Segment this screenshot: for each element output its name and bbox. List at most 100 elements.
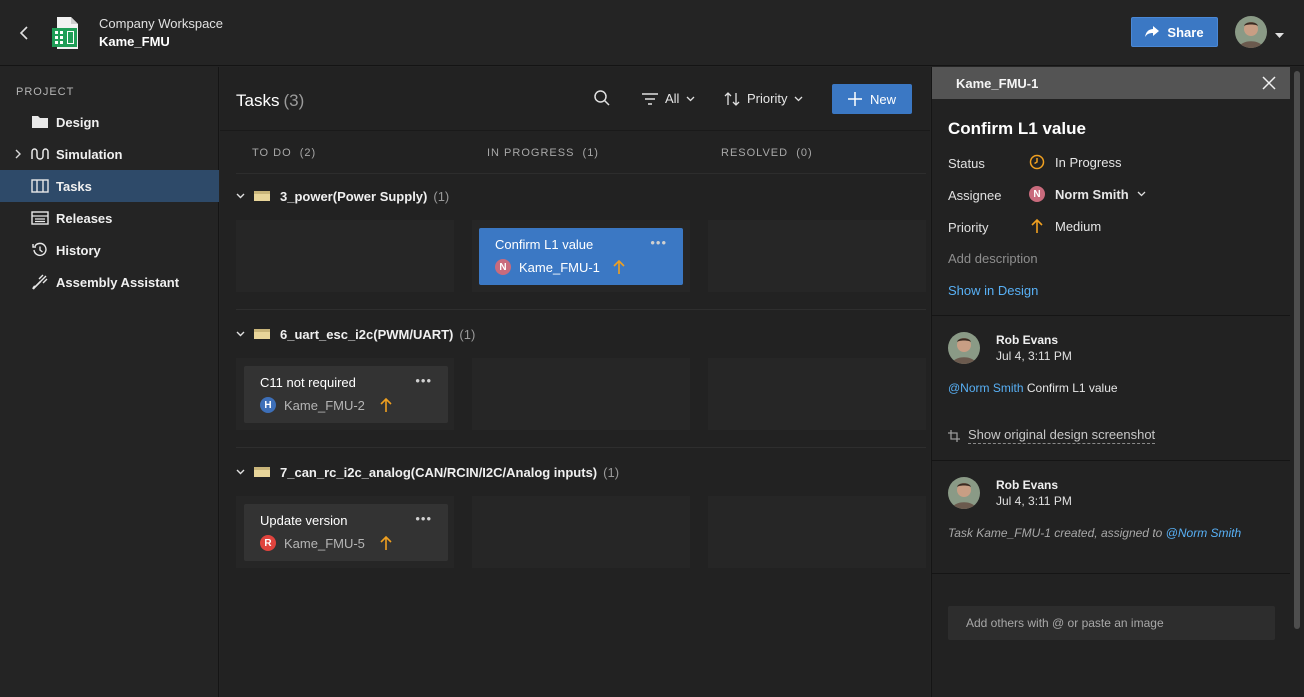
sidebar-item-assembly-assistant[interactable]: Assembly Assistant	[0, 266, 219, 298]
chevron-right-icon[interactable]	[15, 147, 21, 162]
show-in-design-link[interactable]: Show in Design	[948, 283, 1038, 298]
status-value: In Progress	[1055, 154, 1122, 170]
sidebar-item-history[interactable]: History	[0, 234, 219, 266]
chevron-left-icon	[19, 26, 28, 40]
sidebar-item-label: History	[56, 243, 101, 258]
crop-icon	[948, 429, 960, 442]
sort-label: Priority	[747, 91, 788, 106]
close-icon[interactable]	[1262, 76, 1276, 90]
task-detail-panel: Kame_FMU-1 Confirm L1 value Status In Pr…	[931, 67, 1304, 697]
divider	[236, 173, 926, 174]
group-header[interactable]: 6_uart_esc_i2c(PWM/UART) (1)	[236, 324, 475, 344]
card-title: C11 not required	[260, 375, 356, 390]
column-count: (2)	[299, 147, 317, 159]
assembly-tool-icon	[31, 274, 49, 290]
add-description[interactable]: Add description	[948, 251, 1038, 266]
search-button[interactable]	[593, 89, 613, 109]
more-options-icon[interactable]: •••	[415, 511, 432, 526]
card-title: Update version	[260, 513, 348, 528]
column-count: (1)	[582, 147, 599, 159]
assignee-badge: R	[260, 535, 276, 551]
sidebar: PROJECT Design Simulation Tasks Releases…	[0, 67, 219, 697]
sidebar-item-tasks[interactable]: Tasks	[0, 170, 219, 202]
priority-medium-icon	[1029, 218, 1045, 234]
filter-dropdown[interactable]: All	[642, 91, 695, 106]
comment-text: Task Kame_FMU-1 created, assigned to	[948, 526, 1166, 540]
divider	[220, 130, 930, 131]
more-options-icon[interactable]: •••	[415, 373, 432, 388]
task-group: 3_power(Power Supply) (1) Confirm L1 valu…	[236, 186, 926, 316]
sort-dropdown[interactable]: Priority	[724, 91, 803, 106]
divider	[236, 447, 926, 448]
share-button[interactable]: Share	[1131, 17, 1218, 47]
show-original-screenshot-link[interactable]: Show original design screenshot	[948, 427, 1156, 444]
sidebar-item-label: Releases	[56, 211, 113, 226]
new-task-button[interactable]: New	[832, 84, 912, 114]
assignee-badge: H	[260, 397, 276, 413]
task-card[interactable]: Confirm L1 value ••• N Kame_FMU-1	[479, 228, 683, 285]
card-id: Kame_FMU-2	[284, 398, 365, 413]
divider	[932, 315, 1290, 316]
page-title: Tasks (3)	[236, 91, 304, 111]
sheet-folder-icon	[254, 467, 270, 477]
sidebar-item-label: Tasks	[56, 179, 92, 194]
column-name: RESOLVED	[721, 147, 789, 159]
lane-resolved	[708, 358, 926, 430]
comment-input[interactable]	[948, 606, 1275, 640]
chevron-down-icon[interactable]	[236, 193, 245, 199]
caret-down-icon[interactable]	[1275, 27, 1284, 42]
sidebar-item-releases[interactable]: Releases	[0, 202, 219, 234]
assignee-dropdown[interactable]: N Norm Smith	[1029, 186, 1146, 202]
comment-author: Rob Evans	[996, 478, 1059, 492]
panel-task-id: Kame_FMU-1	[956, 76, 1039, 91]
sheet-folder-icon	[254, 191, 270, 201]
assignee-value: Norm Smith	[1055, 186, 1129, 202]
new-label: New	[869, 91, 896, 107]
releases-icon	[31, 210, 49, 226]
task-card[interactable]: C11 not required ••• H Kame_FMU-2	[244, 366, 448, 423]
group-count: (1)	[433, 188, 450, 204]
task-title[interactable]: Confirm L1 value	[948, 119, 1086, 139]
clock-icon	[1029, 154, 1045, 170]
chevron-down-icon	[686, 96, 695, 101]
column-header-resolved: RESOLVED (0)	[721, 147, 813, 159]
filter-label: All	[665, 91, 680, 106]
more-options-icon[interactable]: •••	[650, 235, 667, 250]
card-id: Kame_FMU-5	[284, 536, 365, 551]
comment-body: @Norm Smith Confirm L1 value	[948, 381, 1118, 395]
sidebar-item-simulation[interactable]: Simulation	[0, 138, 219, 170]
group-header[interactable]: 7_can_rc_i2c_analog(CAN/RCIN/I2C/Analog …	[236, 462, 619, 482]
column-name: TO DO	[252, 147, 292, 159]
column-name: IN PROGRESS	[487, 147, 575, 159]
group-name: 7_can_rc_i2c_analog(CAN/RCIN/I2C/Analog …	[280, 464, 598, 480]
chevron-down-icon[interactable]	[236, 469, 245, 475]
divider	[236, 309, 926, 310]
status-label: Status	[948, 156, 985, 171]
sidebar-item-design[interactable]: Design	[0, 106, 219, 138]
avatar	[948, 477, 980, 509]
back-button[interactable]	[14, 22, 34, 44]
mention-link[interactable]: @Norm Smith	[1166, 526, 1242, 540]
assignee-label: Assignee	[948, 188, 1002, 203]
search-icon	[594, 90, 610, 106]
pcb-document-icon	[51, 16, 83, 50]
filter-icon	[642, 92, 658, 105]
column-count: (0)	[796, 147, 813, 159]
user-avatar[interactable]	[1235, 16, 1267, 48]
priority-medium-icon	[380, 397, 392, 412]
sidebar-item-label: Simulation	[56, 147, 123, 162]
task-card[interactable]: Update version ••• R Kame_FMU-5	[244, 504, 448, 561]
status-dropdown[interactable]: In Progress	[1029, 154, 1121, 170]
assignee-badge: N	[495, 259, 511, 275]
column-header-todo: TO DO (2)	[252, 147, 316, 159]
group-header[interactable]: 3_power(Power Supply) (1)	[236, 186, 449, 206]
chevron-down-icon[interactable]	[236, 331, 245, 337]
assignee-badge: N	[1029, 186, 1045, 202]
history-icon	[31, 242, 49, 258]
mention-link[interactable]: @Norm Smith	[948, 381, 1024, 395]
column-header-in-progress: IN PROGRESS (1)	[487, 147, 599, 159]
scrollbar[interactable]	[1294, 71, 1300, 629]
divider	[932, 573, 1290, 574]
lane-resolved	[708, 220, 926, 292]
priority-dropdown[interactable]: Medium	[1029, 218, 1101, 234]
